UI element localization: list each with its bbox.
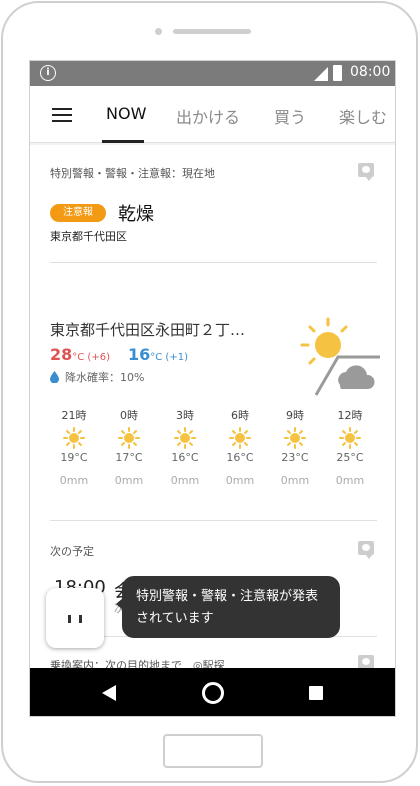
precipitation-text: 降水確率：10% xyxy=(65,371,145,384)
sun-icon xyxy=(339,427,361,449)
hourly-forecast: 3時 16°C 0mm xyxy=(162,407,208,487)
water-drop-icon xyxy=(50,371,59,383)
tab-tanoshimu[interactable]: 楽しむ xyxy=(339,104,387,128)
tab-now[interactable]: NOW xyxy=(106,104,146,123)
hour-temp: 25°C xyxy=(336,451,364,464)
hour-rain: 0mm xyxy=(114,474,144,487)
back-icon[interactable] xyxy=(102,685,116,701)
comment-icon[interactable] xyxy=(358,163,374,181)
status-time: 08:00 xyxy=(350,64,391,80)
info-icon: i xyxy=(40,65,56,81)
phone-frame: i 08:00 NOW 出かける 買う 楽しむ 特別警報・警報・注意報：現在地 … xyxy=(1,1,418,783)
signal-icon xyxy=(314,67,328,81)
tab-bar: NOW 出かける 買う 楽しむ xyxy=(30,86,395,143)
hardware-home-button[interactable] xyxy=(163,734,263,768)
temp-high: 28°C (+6) xyxy=(50,345,110,364)
hour-rain: 0mm xyxy=(170,474,200,487)
mascot-eye xyxy=(79,615,82,623)
tab-kau[interactable]: 買う xyxy=(274,104,306,128)
hour-label: 9時 xyxy=(286,409,304,422)
sun-icon xyxy=(174,427,196,449)
sun-icon xyxy=(118,427,140,449)
home-icon[interactable] xyxy=(202,682,224,704)
device-screen: i 08:00 NOW 出かける 買う 楽しむ 特別警報・警報・注意報：現在地 … xyxy=(29,60,396,717)
hour-label: 0時 xyxy=(120,409,138,422)
divider xyxy=(50,262,377,263)
hour-temp: 19°C xyxy=(60,451,88,464)
recent-apps-icon[interactable] xyxy=(309,686,323,700)
tab-dekakeru[interactable]: 出かける xyxy=(176,104,240,128)
hour-temp: 16°C xyxy=(171,451,199,464)
sun-cloud-icon xyxy=(300,317,380,396)
sun-icon xyxy=(284,427,306,449)
alert-area: 東京都千代田区 xyxy=(50,230,127,243)
alerts-section-title: 特別警報・警報・注意報：現在地 xyxy=(50,167,215,180)
precipitation-row: 降水確率：10% xyxy=(50,369,144,385)
sun-icon xyxy=(229,427,251,449)
hourly-forecast: 0時 17°C 0mm xyxy=(106,407,152,487)
alert-badge: 注意報 xyxy=(50,204,106,222)
navigation-bar xyxy=(30,668,395,716)
hourly-forecast: 12時 25°C 0mm xyxy=(327,407,373,487)
sun-icon xyxy=(63,427,85,449)
divider xyxy=(50,520,377,521)
temp-low: 16°C (+1) xyxy=(128,345,188,364)
hour-rain: 0mm xyxy=(335,474,365,487)
front-camera xyxy=(155,28,162,35)
status-bar: i 08:00 xyxy=(30,61,395,86)
hour-label: 21時 xyxy=(61,409,87,422)
hourly-forecast: 6時 16°C 0mm xyxy=(217,407,263,487)
hour-temp: 16°C xyxy=(226,451,254,464)
hour-temp: 17°C xyxy=(115,451,143,464)
alert-title[interactable]: 乾燥 xyxy=(118,200,154,226)
speech-bubble[interactable]: 特別警報・警報・注意報が発表されています xyxy=(116,576,340,638)
comment-icon[interactable] xyxy=(358,541,374,559)
earpiece-speaker xyxy=(173,29,251,34)
hour-rain: 0mm xyxy=(59,474,89,487)
hourly-forecast: 21時 19°C 0mm xyxy=(51,407,97,487)
hour-temp: 23°C xyxy=(281,451,309,464)
mascot-eye xyxy=(68,615,71,623)
weather-location[interactable]: 東京都千代田区永田町２丁… xyxy=(50,319,245,340)
battery-icon xyxy=(333,65,342,81)
schedule-section-title: 次の予定 xyxy=(50,545,94,558)
hourly-forecast: 9時 23°C 0mm xyxy=(272,407,318,487)
hamburger-menu-icon[interactable] xyxy=(52,108,72,122)
comment-icon[interactable] xyxy=(358,655,374,673)
hour-rain: 0mm xyxy=(280,474,310,487)
mascot-avatar[interactable] xyxy=(46,588,104,648)
hour-label: 3時 xyxy=(176,409,194,422)
hour-label: 12時 xyxy=(337,409,363,422)
hour-rain: 0mm xyxy=(225,474,255,487)
hour-label: 6時 xyxy=(231,409,249,422)
